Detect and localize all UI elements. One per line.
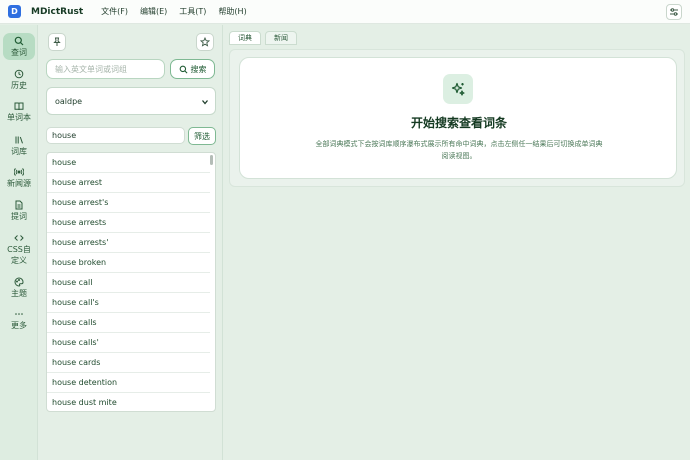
- dictionary-select[interactable]: oaldpe: [46, 87, 216, 115]
- empty-state-card: 开始搜索查看词条 全部词典模式下会按词库顺序瀑布式展示所有命中词典，点击左侧任一…: [239, 57, 677, 179]
- nav-item-wordbook[interactable]: 单词本: [3, 101, 35, 123]
- nav-item-news-sources[interactable]: 新闻源: [3, 167, 35, 189]
- star-icon: [200, 37, 210, 47]
- list-item[interactable]: house calls: [47, 313, 210, 333]
- list-item[interactable]: house calls': [47, 333, 210, 353]
- menu-edit[interactable]: 编辑(E): [140, 6, 167, 17]
- menu-help[interactable]: 帮助(H): [218, 6, 246, 17]
- nav-label: 更多: [11, 321, 27, 330]
- search-button-label: 搜索: [190, 64, 207, 74]
- menu-file[interactable]: 文件(F): [101, 6, 128, 17]
- tab-news[interactable]: 新闻: [265, 31, 297, 45]
- palette-icon: [14, 277, 24, 287]
- empty-state-icon-box: [443, 74, 473, 104]
- scrollbar-thumb[interactable]: [210, 155, 213, 165]
- nav-label: CSS自定义: [7, 245, 31, 265]
- favorite-button[interactable]: [196, 33, 214, 51]
- nav-item-library[interactable]: 词库: [3, 135, 35, 157]
- history-icon: [14, 69, 24, 79]
- list-item[interactable]: house arrest: [47, 173, 210, 193]
- dictionary-selected: oaldpe: [55, 96, 83, 106]
- app-title: MDictRust: [31, 6, 84, 17]
- search-icon: [179, 65, 187, 73]
- menu-tools[interactable]: 工具(T): [179, 6, 206, 17]
- settings-button[interactable]: [666, 4, 682, 20]
- list-item[interactable]: house call's: [47, 293, 210, 313]
- sidebar-nav: 查词 历史 单词本 词库 新闻源 提词 CSS自定义 主题 更多: [0, 25, 38, 460]
- document-icon: [15, 200, 23, 210]
- book-icon: [14, 102, 24, 111]
- code-icon: [14, 235, 24, 241]
- nav-item-prompt[interactable]: 提词: [3, 200, 35, 222]
- nav-label: 词库: [11, 147, 27, 156]
- list-item[interactable]: house: [47, 153, 210, 173]
- tab-bar: 词典 新闻: [229, 31, 301, 45]
- more-icon: [15, 313, 23, 315]
- library-icon: [15, 136, 23, 144]
- broadcast-icon: [14, 168, 24, 176]
- title-bar: D MDictRust 文件(F) 编辑(E) 工具(T) 帮助(H): [0, 0, 690, 24]
- list-item[interactable]: house call: [47, 273, 210, 293]
- list-item[interactable]: house arrests': [47, 233, 210, 253]
- pin-button[interactable]: [48, 33, 66, 51]
- nav-label: 主题: [11, 289, 27, 298]
- nav-item-more[interactable]: 更多: [3, 309, 35, 331]
- list-item[interactable]: house dust mite: [47, 393, 210, 411]
- list-item[interactable]: house cards: [47, 353, 210, 373]
- nav-label: 提词: [11, 212, 27, 221]
- filter-button[interactable]: 筛选: [188, 127, 216, 145]
- list-item[interactable]: house arrests: [47, 213, 210, 233]
- pin-icon: [53, 37, 61, 46]
- nav-item-css-custom[interactable]: CSS自定义: [3, 233, 35, 266]
- tab-dictionary[interactable]: 词典: [229, 31, 261, 45]
- nav-label: 查词: [11, 48, 27, 57]
- chevron-down-icon: [202, 100, 208, 105]
- list-item[interactable]: house arrest's: [47, 193, 210, 213]
- menu-bar: 文件(F) 编辑(E) 工具(T) 帮助(H): [101, 6, 259, 17]
- nav-label: 单词本: [7, 113, 31, 122]
- search-input[interactable]: [46, 59, 165, 79]
- nav-item-theme[interactable]: 主题: [3, 277, 35, 299]
- main-content: 词典 新闻 开始搜索查看词条 全部词典模式下会按词库顺序瀑布式展示所有命中词典，…: [224, 25, 690, 460]
- word-list: house house arrest house arrest's house …: [46, 152, 216, 412]
- empty-state-description: 全部词典模式下会按词库顺序瀑布式展示所有命中词典，点击左侧任一结果后可切换成单词…: [315, 140, 603, 160]
- sparkles-icon: [451, 82, 465, 96]
- search-panel: 搜索 oaldpe house 筛选 house house arrest ho…: [38, 25, 223, 460]
- filter-input[interactable]: house: [46, 127, 185, 144]
- empty-state-title: 开始搜索查看词条: [410, 116, 507, 130]
- nav-item-lookup[interactable]: 查词: [3, 33, 35, 60]
- search-button[interactable]: 搜索: [170, 59, 215, 79]
- search-icon: [14, 36, 24, 46]
- app-logo: D: [8, 5, 21, 18]
- nav-label: 历史: [11, 81, 27, 90]
- nav-label: 新闻源: [7, 179, 31, 188]
- list-item[interactable]: house detention: [47, 373, 210, 393]
- result-panel: 开始搜索查看词条 全部词典模式下会按词库顺序瀑布式展示所有命中词典，点击左侧任一…: [229, 49, 685, 187]
- nav-item-history[interactable]: 历史: [3, 69, 35, 91]
- list-item[interactable]: house broken: [47, 253, 210, 273]
- sliders-icon: [670, 8, 678, 16]
- filter-value: house: [52, 131, 77, 140]
